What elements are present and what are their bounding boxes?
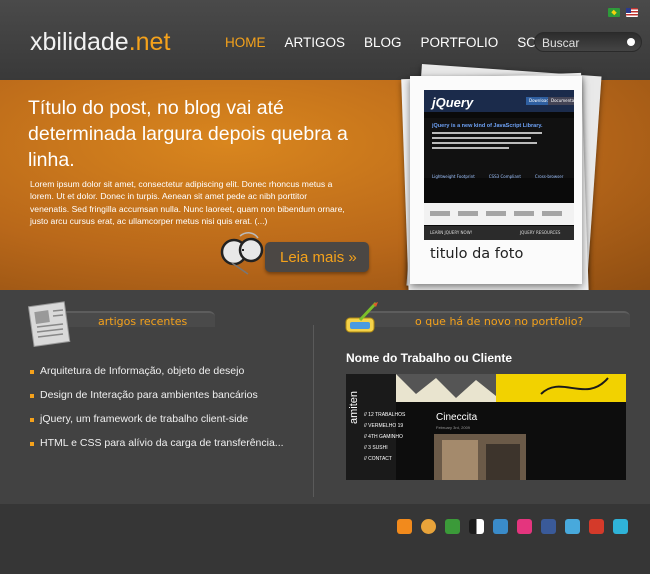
jquery-feature: CSS3 Compliant	[488, 174, 521, 179]
newspaper-icon	[27, 301, 71, 348]
thumbnail-menu-item: // 3 SUSHI	[364, 445, 388, 451]
post-title[interactable]: Título do post, no blog vai até determin…	[28, 95, 388, 173]
digg-icon[interactable]	[469, 519, 484, 534]
column-divider	[313, 325, 314, 497]
language-switcher	[608, 8, 638, 17]
jquery-features: Lightweight Footprint CSS3 Compliant Cro…	[432, 174, 563, 179]
thumbnail-menu-item: // CONTACT	[364, 456, 392, 462]
thumbnail-menu-item: // 4TH GAMINHO	[364, 434, 403, 440]
paint-palette-icon	[345, 301, 378, 333]
thumbnail-brand: amiten	[348, 390, 360, 424]
social-links	[397, 519, 628, 534]
logo-tld: .net	[128, 28, 171, 56]
site-footer	[0, 504, 650, 574]
jquery-learn-link: LEARN JQUERY NOW!	[430, 230, 473, 235]
list-item[interactable]: Arquitetura de Informação, objeto de des…	[30, 365, 284, 389]
jquery-resources-link: JQUERY RESOURCES	[520, 230, 561, 235]
jquery-docs-tab: Documentation	[548, 97, 574, 105]
recent-articles-title: artigos recentes	[98, 315, 188, 328]
nav-home[interactable]: HOME	[225, 35, 266, 50]
jquery-feature: Lightweight Footprint	[432, 174, 475, 179]
bullet-icon	[30, 442, 34, 446]
photo-caption: titulo da foto	[430, 246, 524, 262]
search-icon[interactable]	[627, 38, 635, 46]
thumbnail-date: February 3rd, 2009	[436, 425, 471, 430]
work-title[interactable]: Nome do Trabalho ou Cliente	[346, 351, 512, 365]
recent-articles-list: Arquitetura de Informação, objeto de des…	[30, 365, 284, 461]
jquery-footer: LEARN JQUERY NOW! JQUERY RESOURCES	[424, 226, 574, 240]
flickr-icon[interactable]	[517, 519, 532, 534]
main-nav: HOME ARTIGOS BLOG PORTFOLIO SOBRE	[225, 35, 584, 50]
article-link[interactable]: Design de Interação para ambientes bancá…	[40, 389, 258, 401]
jquery-headline: jQuery is a new kind of JavaScript Libra…	[432, 123, 543, 129]
twitter-icon[interactable]	[565, 519, 580, 534]
thumbnail-menu: // 12 TRABALHOS // VERMELHO 19 // 4TH GA…	[364, 410, 405, 465]
glasses-icon	[220, 232, 264, 275]
portfolio-section-title: o que há de novo no portfolio?	[415, 315, 584, 328]
jquery-logo: jQuery	[432, 95, 474, 110]
usa-flag-icon[interactable]	[626, 8, 638, 17]
jquery-text-lines	[432, 132, 542, 152]
jquery-feature: Cross-browser	[534, 174, 564, 179]
logo-text: xbilidade	[30, 28, 129, 56]
read-more-button[interactable]: Leia mais »	[265, 242, 369, 272]
rss-icon[interactable]	[397, 519, 412, 534]
nav-artigos[interactable]: ARTIGOS	[285, 35, 346, 50]
thumbnail-heading: Cineccita	[436, 412, 478, 423]
list-item[interactable]: jQuery, um framework de trabalho client-…	[30, 413, 284, 437]
article-link[interactable]: Arquitetura de Informação, objeto de des…	[40, 365, 244, 377]
search-input[interactable]	[542, 35, 622, 50]
portfolio-thumbnail[interactable]: amiten // 12 TRABALHOS // VERMELHO 19 //…	[346, 374, 626, 480]
bullet-icon	[30, 370, 34, 374]
thumbnail-menu-item: // VERMELHO 19	[364, 423, 404, 429]
brazil-flag-icon[interactable]	[608, 8, 620, 17]
jquery-users-strip	[424, 203, 574, 225]
article-link[interactable]: jQuery, um framework de trabalho client-…	[40, 413, 248, 425]
site-header: xbilidade.net HOME ARTIGOS BLOG PORTFOLI…	[0, 0, 650, 80]
nav-blog[interactable]: BLOG	[364, 35, 402, 50]
site-logo[interactable]: xbilidade.net	[30, 28, 170, 57]
vimeo-icon[interactable]	[613, 519, 628, 534]
youtube-icon[interactable]	[589, 519, 604, 534]
post-excerpt: Lorem ipsum dolor sit amet, consectetur …	[30, 179, 345, 227]
list-item[interactable]: HTML e CSS para alívio da carga de trans…	[30, 437, 284, 461]
bullet-icon	[30, 418, 34, 422]
photo-image: jQuery Download Documentation jQuery is …	[424, 90, 574, 240]
delicious-icon[interactable]	[421, 519, 436, 534]
nav-portfolio[interactable]: PORTFOLIO	[421, 35, 499, 50]
thumbnail-menu-item: // 12 TRABALHOS	[364, 412, 406, 418]
facebook-icon[interactable]	[541, 519, 556, 534]
stumbleupon-icon[interactable]	[493, 519, 508, 534]
bullet-icon	[30, 394, 34, 398]
chat-icon[interactable]	[445, 519, 460, 534]
article-link[interactable]: HTML e CSS para alívio da carga de trans…	[40, 437, 284, 449]
list-item[interactable]: Design de Interação para ambientes bancá…	[30, 389, 284, 413]
featured-photo[interactable]: jQuery Download Documentation jQuery is …	[410, 76, 582, 284]
search-box	[534, 32, 642, 52]
